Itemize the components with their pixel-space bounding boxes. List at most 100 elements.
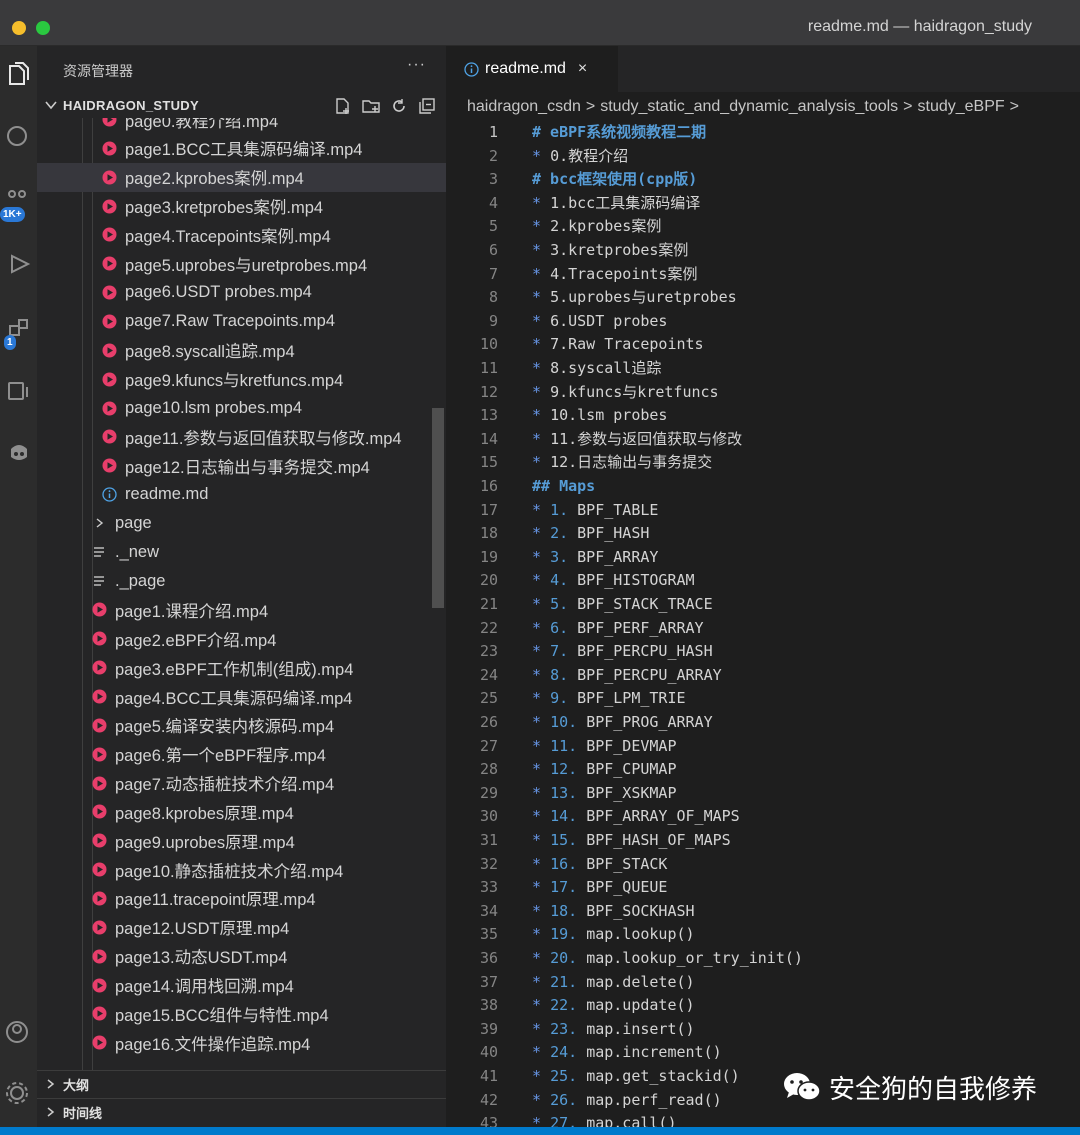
list-number: 8. — [550, 665, 569, 684]
list-number: 3. — [550, 547, 569, 566]
breadcrumb-item[interactable]: haidragon_csdn — [467, 98, 581, 115]
line-number: 36 — [479, 949, 498, 967]
tree-item-label: page3.eBPF工作机制(组成).mp4 — [115, 660, 354, 679]
code-line: * 23. map.insert() — [532, 1018, 695, 1042]
tree-file[interactable]: page4.BCC工具集源码编译.mp4 — [37, 682, 446, 711]
tree-file[interactable]: page14.调用栈回溯.mp4 — [37, 971, 446, 1000]
close-icon[interactable]: × — [578, 60, 587, 78]
line-number: 26 — [479, 713, 498, 731]
list-bullet: * — [532, 807, 551, 826]
video-file-icon — [91, 1006, 107, 1022]
explorer-activity[interactable] — [0, 52, 37, 96]
list-text: BPF_LPM_TRIE — [577, 689, 686, 708]
tree-file[interactable]: page1.课程介绍.mp4 — [37, 595, 446, 624]
video-file-icon — [91, 717, 107, 733]
explorer-header: 资源管理器 — [63, 63, 133, 79]
more-actions-button[interactable]: ··· — [407, 56, 426, 74]
list-number: 19. — [550, 925, 578, 944]
workspace-section-header[interactable]: HAIDRAGON_STUDY — [37, 94, 446, 118]
breadcrumb-item[interactable]: study_static_and_dynamic_analysis_tools — [600, 98, 898, 115]
list-bullet: * — [532, 217, 551, 236]
tab-readme[interactable]: readme.md × — [446, 46, 618, 92]
tree-file[interactable]: page3.kretprobes案例.mp4 — [37, 192, 446, 221]
status-bar — [0, 1127, 1080, 1135]
tree-file[interactable]: page11.参数与返回值获取与修改.mp4 — [37, 422, 446, 451]
line-number: 43 — [479, 1114, 498, 1127]
tree-file[interactable]: page9.kfuncs与kretfuncs.mp4 — [37, 365, 446, 394]
video-file-icon — [101, 256, 117, 272]
line-number: 39 — [479, 1019, 498, 1038]
tree-file[interactable]: page5.uprobes与uretprobes.mp4 — [37, 249, 446, 278]
tree-file[interactable]: page1.BCC工具集源码编译.mp4 — [37, 134, 446, 163]
tree-file[interactable]: page15.BCC组件与特性.mp4 — [37, 999, 446, 1028]
tree-file[interactable]: page4.Tracepoints案例.mp4 — [37, 220, 446, 249]
tree-file[interactable]: page11.tracepoint原理.mp4 — [37, 884, 446, 913]
tree-item-label: page11.tracepoint原理.mp4 — [115, 891, 316, 910]
maximize-button[interactable] — [36, 21, 50, 35]
tree-file[interactable]: page10.静态插桩技术介绍.mp4 — [37, 855, 446, 884]
accounts-activity[interactable] — [0, 1010, 37, 1054]
account-icon — [5, 1021, 28, 1043]
new-folder-icon[interactable] — [360, 95, 382, 117]
tree-file[interactable]: page2.eBPF介绍.mp4 — [37, 624, 446, 653]
list-text: map.delete() — [586, 972, 695, 991]
timeline-panel-header[interactable]: 时间线 — [37, 1098, 446, 1125]
outline-panel-header[interactable]: 大纲 — [37, 1070, 446, 1097]
tree-file[interactable]: ._new — [37, 538, 446, 567]
tree-file[interactable]: page13.动态USDT.mp4 — [37, 942, 446, 971]
tree-file[interactable]: page2.kprobes案例.mp4 — [37, 162, 446, 192]
tree-file[interactable]: page6.第一个eBPF程序.mp4 — [37, 740, 446, 769]
manage-activity[interactable] — [0, 1071, 37, 1115]
breadcrumb-item[interactable]: study_eBPF — [918, 98, 1005, 115]
tree-file[interactable]: page7.Raw Tracepoints.mp4 — [37, 307, 446, 336]
line-number: 24 — [479, 665, 498, 684]
tree-file[interactable]: ._page — [37, 567, 446, 596]
tree-folder[interactable]: page — [37, 509, 446, 538]
line-number: 25 — [479, 689, 498, 708]
tree-item-label: page3.kretprobes案例.mp4 — [125, 199, 324, 218]
video-file-icon — [101, 169, 117, 185]
remote-explorer-activity[interactable] — [0, 369, 37, 413]
new-file-icon[interactable] — [332, 95, 354, 117]
chevron-right-icon — [91, 515, 107, 531]
tree-item-label: page12.USDT原理.mp4 — [115, 920, 290, 939]
video-file-icon — [101, 400, 117, 416]
tree-file[interactable]: readme.md — [37, 480, 446, 509]
code-line: * 1.bcc工具集源码编译 — [532, 192, 700, 216]
line-number: 28 — [479, 760, 498, 779]
line-number: 5 — [488, 217, 498, 236]
video-file-icon — [101, 342, 117, 358]
tree-file[interactable]: page12.USDT原理.mp4 — [37, 913, 446, 942]
tree-file[interactable]: page16.文件操作追踪.mp4 — [37, 1028, 446, 1057]
video-file-icon — [101, 227, 117, 243]
code-line: * 25. map.get_stackid() — [532, 1065, 740, 1089]
code-line: * 8. BPF_PERCPU_ARRAY — [532, 664, 722, 688]
tree-file[interactable]: page3.eBPF工作机制(组成).mp4 — [37, 653, 446, 682]
list-bullet: * — [532, 359, 551, 377]
code-editor[interactable]: 1 # eBPF系统视频教程二期 2 * 0.教程介绍 3 # bcc框架使用(cpp版)… — [446, 122, 1080, 1127]
run-debug-activity[interactable] — [0, 242, 37, 286]
source-control-activity[interactable]: 1K+ — [0, 174, 37, 222]
search-activity[interactable] — [0, 114, 37, 158]
tree-file[interactable]: page8.syscall追踪.mp4 — [37, 336, 446, 365]
sidebar-scrollbar[interactable] — [432, 408, 444, 608]
minimize-button[interactable] — [12, 21, 26, 35]
tree-file[interactable]: page6.USDT probes.mp4 — [37, 278, 446, 307]
tree-file[interactable]: page5.编译安装内核源码.mp4 — [37, 711, 446, 740]
list-text: BPF_TABLE — [577, 500, 659, 519]
tree-file[interactable]: page7.动态插桩技术介绍.mp4 — [37, 769, 446, 798]
code-line: * 10. BPF_PROG_ARRAY — [532, 711, 713, 735]
tree-file[interactable]: page8.kprobes原理.mp4 — [37, 797, 446, 826]
copilot-activity[interactable] — [0, 431, 37, 475]
tree-file[interactable]: page12.日志输出与事务提交.mp4 — [37, 451, 446, 480]
tree-file[interactable]: page10.lsm probes.mp4 — [37, 394, 446, 423]
list-number: 20. — [550, 949, 578, 967]
extensions-activity[interactable]: 1 — [0, 308, 37, 352]
collapse-all-icon[interactable] — [416, 95, 438, 117]
refresh-icon[interactable] — [388, 95, 410, 117]
timeline-label: 时间线 — [63, 1105, 103, 1121]
chevron-right-icon — [37, 1078, 63, 1090]
video-file-icon — [91, 804, 107, 820]
tree-file[interactable]: page9.uprobes原理.mp4 — [37, 826, 446, 855]
line-number: 18 — [479, 524, 498, 543]
